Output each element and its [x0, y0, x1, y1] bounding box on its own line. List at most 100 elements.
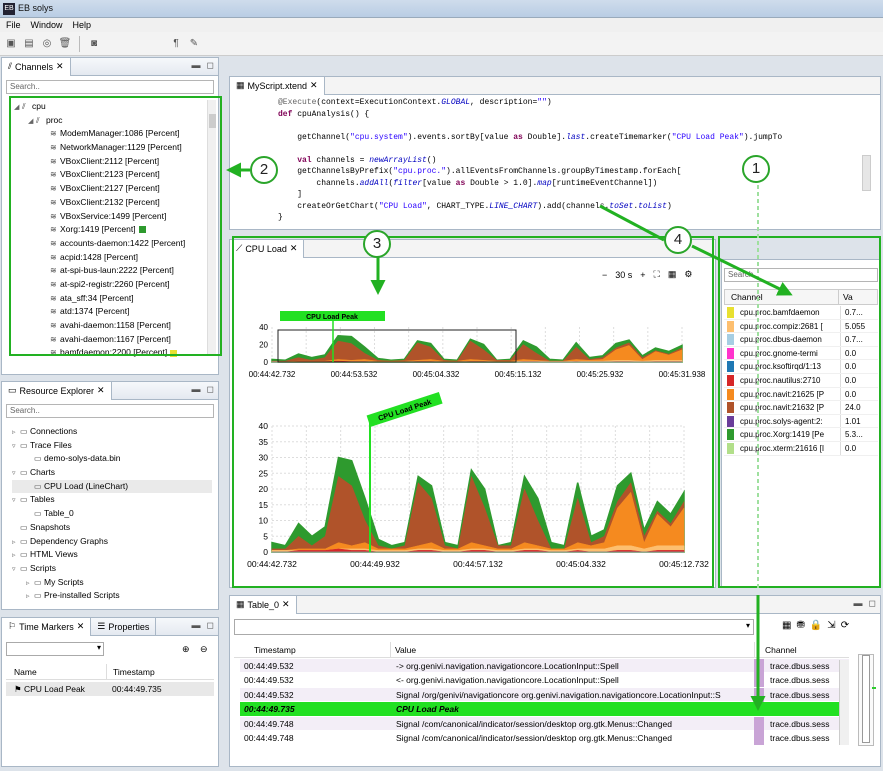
- resource-label: Connections: [30, 426, 78, 436]
- code-area[interactable]: @Execute(context=ExecutionContext.GLOBAL…: [278, 97, 862, 225]
- resource-tree-item[interactable]: ▭ demo-solys-data.bin: [12, 452, 212, 466]
- col-timestamp[interactable]: Timestamp: [234, 642, 390, 657]
- row-timestamp: 00:44:49.748: [244, 732, 294, 743]
- minimize-icon[interactable]: ▬: [192, 384, 201, 395]
- maximize-icon[interactable]: ◻: [207, 384, 214, 395]
- col-channel[interactable]: Channel: [754, 642, 797, 657]
- maximize-icon[interactable]: ◻: [207, 60, 214, 71]
- folder-icon: ▭: [20, 550, 28, 560]
- row-timestamp: 00:44:49.532: [244, 661, 294, 671]
- row-marker-bar: [754, 659, 764, 673]
- row-channel: trace.dbus.sess: [770, 689, 830, 700]
- folder-icon: ▭: [20, 522, 28, 532]
- marker-name: CPU Load Peak: [23, 684, 85, 694]
- resource-tree-item[interactable]: ▭ Table_0: [12, 507, 212, 521]
- table-layout-icon[interactable]: ▦: [782, 620, 791, 631]
- resource-label: Charts: [30, 467, 56, 478]
- expand-open-icon: ▿: [12, 470, 16, 478]
- chevron-down-icon: ▾: [745, 621, 750, 630]
- col-value[interactable]: Value: [390, 642, 754, 657]
- close-icon[interactable]: ✕: [310, 80, 318, 91]
- marker-row[interactable]: ⚑ CPU Load Peak 00:44:49.735: [6, 682, 214, 696]
- resource-search-input[interactable]: Search..: [6, 404, 214, 418]
- tab-channels[interactable]: ⫽ Channels ✕: [2, 57, 71, 76]
- save-all-icon[interactable]: ▤: [22, 37, 36, 51]
- tab-time-markers[interactable]: ⚐ Time Markers ✕: [2, 617, 92, 636]
- channels-search-input[interactable]: Search..: [6, 80, 214, 94]
- maximize-icon[interactable]: ◻: [207, 620, 214, 631]
- paragraph-icon[interactable]: ¶: [169, 37, 183, 51]
- close-icon[interactable]: ✕: [97, 385, 105, 396]
- table-filter-combo[interactable]: ▾: [234, 619, 754, 635]
- minimize-icon[interactable]: ▬: [192, 620, 201, 631]
- menu-window[interactable]: Window: [31, 20, 63, 30]
- row-timestamp: 00:44:49.532: [244, 675, 294, 686]
- resource-tree-item[interactable]: ▿ ▭ Tables: [12, 493, 212, 507]
- folder-icon: ▭: [20, 468, 28, 478]
- marker-arrow-end: [748, 672, 760, 732]
- folder-icon: ▭: [34, 591, 42, 601]
- sync-icon[interactable]: ⟳: [841, 620, 849, 631]
- play-icon[interactable]: ◎: [40, 37, 54, 51]
- add-marker-icon[interactable]: ⊕: [182, 644, 190, 655]
- menu-file[interactable]: File: [6, 20, 21, 30]
- minimize-icon[interactable]: ▬: [192, 60, 201, 71]
- expand-closed-icon: ▹: [12, 552, 16, 560]
- close-icon[interactable]: ✕: [77, 621, 85, 632]
- tab-table-0[interactable]: ▦ Table_0 ✕: [230, 595, 297, 614]
- row-channel: [764, 702, 770, 715]
- callout-4: 4: [664, 226, 692, 254]
- menu-help[interactable]: Help: [73, 20, 92, 30]
- resource-tree-item[interactable]: ▭ CPU Load (LineChart): [12, 479, 212, 494]
- lock-icon[interactable]: 🔒: [810, 620, 822, 631]
- row-value: Signal /com/canonical/indicator/session/…: [396, 732, 672, 743]
- row-channel: trace.dbus.sess: [770, 675, 830, 686]
- row-channel: trace.dbus.sess: [770, 732, 830, 743]
- marker-filter-combo[interactable]: ▾: [6, 642, 104, 656]
- close-icon[interactable]: ✕: [56, 61, 64, 72]
- row-marker-bar: [754, 730, 764, 745]
- resource-label: demo-solys-data.bin: [44, 453, 121, 464]
- table-overview-ruler[interactable]: [858, 654, 876, 746]
- resource-tree-item[interactable]: ▹ ▭ Dependency Graphs: [12, 535, 212, 549]
- col-timestamp: Timestamp: [106, 664, 155, 679]
- resource-tree-item[interactable]: ▹ ▭ My Scripts: [12, 576, 212, 590]
- table-scrollbar[interactable]: [839, 660, 849, 745]
- remove-marker-icon[interactable]: ⊖: [200, 644, 208, 655]
- tab-myscript[interactable]: ▦ MyScript.xtend ✕: [230, 76, 325, 95]
- export-icon[interactable]: ⇲: [827, 620, 835, 631]
- expand-closed-icon: ▹: [26, 593, 30, 601]
- camera-icon[interactable]: ◙: [87, 37, 101, 51]
- row-value: Signal /org/genivi/navigationcore org.ge…: [396, 689, 721, 700]
- tab-resource-explorer[interactable]: ▭ Resource Explorer ✕: [2, 381, 112, 400]
- folder-icon: ▭: [20, 536, 28, 546]
- folder-icon: ▭: [20, 563, 28, 573]
- resource-tree-item[interactable]: ▭ Snapshots: [12, 521, 212, 535]
- close-icon[interactable]: ✕: [282, 599, 290, 610]
- filter-icon[interactable]: ⛃: [796, 620, 804, 631]
- trash-icon[interactable]: 🗑: [58, 37, 72, 51]
- resource-tree-item[interactable]: ▿ ▭ Trace Files: [12, 439, 212, 453]
- maximize-icon[interactable]: ◻: [869, 598, 876, 609]
- tab-properties[interactable]: ☰ Properties: [91, 617, 157, 636]
- resource-tree-item[interactable]: ▹ ▭ HTML Views: [12, 548, 212, 562]
- expand-open-icon: ▿: [12, 442, 16, 450]
- menu-bar: File Window Help: [0, 18, 883, 32]
- marker-timestamp: 00:44:49.735: [112, 684, 162, 694]
- editor-scrollbar[interactable]: [862, 155, 871, 191]
- channels-icon: ⫽: [8, 61, 13, 71]
- folder-icon: ▭: [20, 495, 28, 505]
- resource-tree-item[interactable]: ▿ ▭ Charts: [12, 466, 212, 480]
- table-view: ▦ Table_0 ✕ ▬ ◻ ▾ ▦ ⛃ 🔒 ⇲ ⟳ Timestamp Value…: [229, 595, 881, 767]
- row-timestamp: 00:44:49.532: [244, 689, 294, 700]
- resource-tree-item[interactable]: ▹ ▭ Connections: [12, 425, 212, 439]
- pen-icon[interactable]: ✎: [187, 37, 201, 51]
- resource-tree-item[interactable]: ▹ ▭ Pre-installed Scripts: [12, 589, 212, 603]
- table-row[interactable]: 00:44:49.748 Signal /com/canonical/indica…: [240, 730, 849, 746]
- table-header: Timestamp Value Channel: [234, 642, 849, 658]
- save-icon[interactable]: ▣: [4, 37, 18, 51]
- resource-tree-item[interactable]: ▿ ▭ Scripts: [12, 562, 212, 576]
- highlight-channels: [9, 96, 222, 356]
- minimize-icon[interactable]: ▬: [854, 598, 863, 609]
- resource-label: Trace Files: [30, 439, 72, 450]
